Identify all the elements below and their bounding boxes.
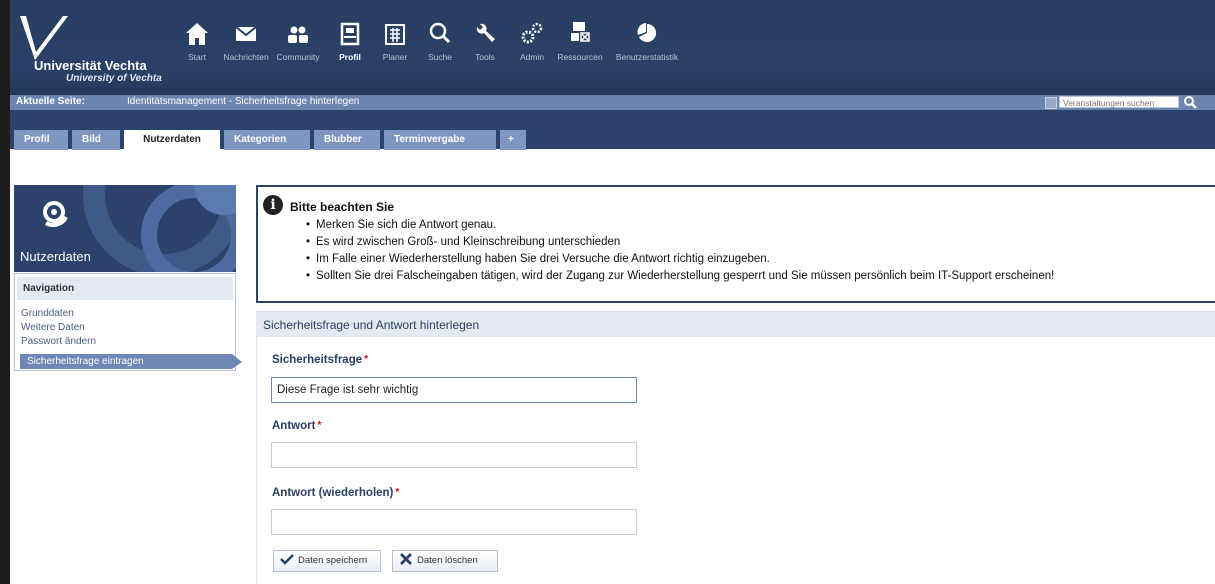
required-marker: * — [395, 487, 400, 498]
nav-label: Planer — [382, 52, 408, 62]
mail-icon — [235, 26, 257, 41]
nav-planer[interactable]: Planer — [378, 19, 412, 89]
sidebar-nav-title: Navigation — [17, 277, 233, 300]
search-scope-toggle[interactable] — [1045, 97, 1057, 109]
nav-ressourcen[interactable]: Ressourcen — [554, 19, 606, 89]
tab-terminvergabe[interactable]: Terminvergabe — [384, 130, 496, 150]
delete-button[interactable]: Daten löschen — [392, 550, 498, 572]
sidebar-item-passwort-aendern[interactable]: Passwort ändern — [21, 336, 96, 347]
sidebar-item-grunddaten[interactable]: Grunddaten — [21, 308, 74, 319]
nav-nachrichten[interactable]: Nachrichten — [222, 19, 270, 89]
tab-add[interactable]: + — [500, 130, 526, 150]
profile-icon — [340, 22, 360, 46]
course-search-input[interactable]: Veranstaltungen suchen — [1059, 96, 1179, 108]
form-title: Sicherheitsfrage und Antwort hinterlegen — [256, 311, 1215, 337]
info-title: Bitte beachten Sie — [290, 200, 395, 214]
nav-community[interactable]: Community — [276, 19, 320, 89]
save-button-label: Daten speichern — [298, 555, 368, 566]
save-button[interactable]: Daten speichern — [273, 550, 381, 572]
nav-label: Start — [188, 52, 206, 62]
nav-label: Ressourcen — [557, 52, 603, 62]
sidebar-header: Nutzerdaten — [14, 185, 236, 272]
gears-icon — [521, 22, 543, 44]
nav-label: Profil — [339, 52, 361, 62]
delete-button-label: Daten löschen — [417, 555, 478, 566]
wrench-icon — [476, 23, 495, 42]
nav-suche[interactable]: Suche — [423, 19, 457, 89]
info-icon: i — [263, 195, 283, 215]
checkmark-icon — [280, 554, 294, 566]
question-label: Sicherheitsfrage * — [272, 354, 368, 366]
info-box: i Bitte beachten Sie Merken Sie sich die… — [256, 185, 1215, 303]
nav-label: Benutzerstatistik — [615, 52, 679, 62]
tab-nutzerdaten[interactable]: Nutzerdaten — [124, 130, 220, 151]
nav-benutzerstatistik[interactable]: Benutzerstatistik — [608, 19, 686, 89]
tab-bild[interactable]: Bild — [72, 130, 120, 150]
info-item: Sollten Sie drei Falscheingaben tätigen,… — [306, 268, 1054, 285]
tab-profil[interactable]: Profil — [14, 130, 68, 150]
nav-label: Community — [276, 52, 320, 62]
sidebar-title: Nutzerdaten — [20, 249, 91, 264]
info-item: Es wird zwischen Groß- und Kleinschreibu… — [306, 234, 1054, 251]
answer-label: Antwort * — [272, 420, 321, 432]
tab-blubber[interactable]: Blubber — [314, 130, 380, 150]
required-marker: * — [364, 354, 369, 365]
breadcrumb-label: Aktuelle Seite: — [16, 96, 85, 107]
nav-tools[interactable]: Tools — [469, 19, 501, 89]
sidebar-item-weitere-daten[interactable]: Weitere Daten — [21, 322, 85, 333]
planner-icon — [385, 24, 405, 45]
nav-label: Nachrichten — [223, 52, 269, 62]
info-item: Merken Sie sich die Antwort genau. — [306, 217, 1054, 234]
header: Universität Vechta University of Vechta … — [10, 0, 1215, 95]
home-icon — [186, 23, 208, 45]
required-marker: * — [317, 420, 322, 431]
nav-start[interactable]: Start — [180, 19, 214, 89]
tab-kategorien[interactable]: Kategorien — [224, 130, 310, 150]
university-subtitle: University of Vechta — [66, 73, 162, 84]
cross-icon — [400, 553, 412, 566]
search-icon[interactable] — [1183, 95, 1197, 109]
university-name: Universität Vechta — [34, 58, 147, 73]
breadcrumb: Aktuelle Seite: Identitätsmanagement - S… — [10, 95, 1215, 110]
sidebar-item-sicherheitsfrage[interactable]: Sicherheitsfrage eintragen — [20, 354, 232, 369]
answer-label-text: Antwort — [272, 420, 316, 432]
page: Universität Vechta University of Vechta … — [0, 0, 1215, 584]
breadcrumb-current: Identitätsmanagement - Sicherheitsfrage … — [127, 96, 360, 107]
answer-repeat-label-text: Antwort (wiederholen) — [272, 487, 394, 499]
answer-repeat-input[interactable] — [271, 509, 637, 535]
resources-icon — [571, 22, 590, 42]
window-border — [0, 0, 10, 584]
statistics-icon — [637, 23, 657, 42]
search-icon — [429, 22, 451, 44]
info-item: Im Falle einer Wiederherstellung haben S… — [306, 251, 1054, 268]
info-list: Merken Sie sich die Antwort genau. Es wi… — [306, 217, 1054, 285]
answer-input[interactable] — [271, 442, 637, 468]
community-icon — [288, 26, 308, 43]
nav-admin[interactable]: Admin — [516, 19, 548, 89]
answer-repeat-label: Antwort (wiederholen) * — [272, 487, 399, 499]
nav-label: Admin — [519, 52, 545, 62]
nav-label: Tools — [475, 52, 495, 62]
nav-profil[interactable]: Profil — [334, 19, 366, 89]
security-question-input[interactable] — [271, 377, 637, 403]
nav-label: Suche — [427, 52, 453, 62]
active-item-arrow — [232, 354, 242, 369]
question-label-text: Sicherheitsfrage — [272, 354, 363, 366]
